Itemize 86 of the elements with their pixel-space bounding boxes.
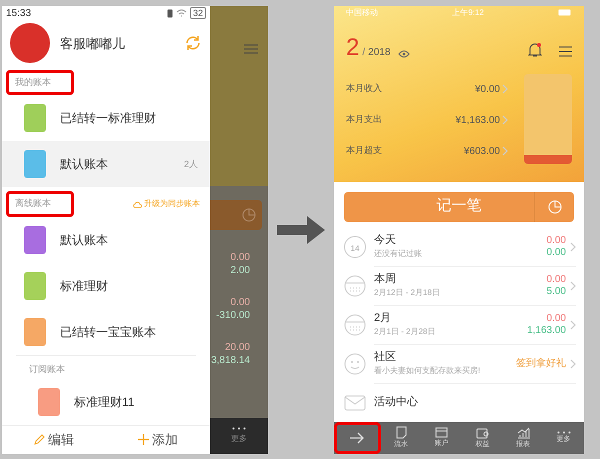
book-item[interactable]: 已结转一标准理财	[2, 95, 210, 142]
row-title: 2月	[374, 312, 392, 324]
book-item[interactable]: 标准理财11	[16, 379, 196, 426]
promo-text: 签到拿好礼	[516, 356, 566, 371]
battery-icon	[558, 9, 572, 16]
income-amount: 0.00	[546, 234, 566, 246]
section-label: 订阅账本	[28, 362, 66, 376]
chevron-right-icon	[570, 242, 576, 252]
list-row[interactable]: 14 今天 还没有记过账 0.00 0.00	[334, 228, 584, 266]
more-icon	[556, 431, 571, 434]
clock-icon	[548, 200, 562, 214]
expense-amount: 5.00	[546, 286, 566, 298]
chevron-right-icon	[570, 358, 576, 368]
wallet-icon	[476, 426, 489, 438]
expense-amount: 1,163.00	[527, 324, 566, 336]
menu-icon[interactable]	[559, 46, 572, 56]
calendar-icon	[344, 275, 366, 297]
year-text: 2018	[368, 46, 390, 60]
slash-separator: /	[362, 46, 366, 60]
pencil-icon	[34, 434, 45, 446]
chevron-right-icon	[570, 320, 576, 330]
row-subtitle: 2月12日 - 2月18日	[374, 286, 441, 298]
add-button[interactable]: 添加	[138, 430, 178, 450]
row-title: 社区	[374, 350, 397, 364]
menu-icon	[244, 44, 258, 54]
plus-icon	[138, 434, 149, 446]
chevron-right-icon	[502, 146, 508, 156]
eye-icon	[398, 50, 410, 58]
arrow-right-icon	[349, 432, 366, 444]
wifi-icon	[176, 9, 187, 18]
income-amount: 0.00	[230, 296, 250, 309]
row-subtitle: 还没有记过账	[374, 248, 423, 260]
tab-label: 更多	[231, 432, 247, 444]
chevron-right-icon	[570, 280, 576, 290]
income-amount: 0.00	[546, 312, 566, 324]
expense-amount: 0.00	[546, 246, 566, 258]
row-subtitle: 看小夫妻如何支配存款来买房!	[374, 364, 482, 376]
member-count: 2人	[184, 158, 198, 171]
income-amount: 0.00	[546, 274, 566, 286]
balance-amount: 2.00	[230, 264, 250, 277]
card-icon	[435, 427, 448, 438]
income-amount: 0.00	[230, 251, 250, 264]
income-amount: 20.00	[224, 341, 250, 354]
phone-icon	[166, 8, 173, 18]
section-label: 离线账本	[6, 191, 74, 217]
carrier-name: 中国移动	[346, 6, 378, 18]
book-item[interactable]: 默认账本	[2, 216, 210, 263]
row-title: 本周	[374, 272, 397, 286]
cloud-icon	[133, 200, 142, 208]
more-icon	[232, 426, 246, 430]
user-name: 客服嘟嘟儿	[60, 34, 126, 53]
balance-amount: 3,818.14	[211, 354, 250, 367]
list-row[interactable]: 社区 看小夫妻如何支配存款来买房! 签到拿好礼	[334, 344, 584, 384]
chevron-right-icon	[502, 84, 508, 94]
status-time: 15:33	[6, 6, 32, 21]
book-item[interactable]: 已结转一宝宝账本	[2, 308, 210, 355]
calendar-icon: 14	[344, 236, 366, 258]
battery-level: 32	[190, 7, 206, 20]
section-label: 我的账本	[6, 70, 74, 96]
month-number: 2	[346, 36, 360, 60]
smiley-icon	[344, 353, 366, 375]
summary-amount: ¥1,163.00	[456, 114, 500, 128]
envelope-icon	[344, 395, 366, 411]
book-item[interactable]: 默认账本 2人	[2, 141, 210, 188]
tab-item[interactable]	[334, 422, 381, 454]
status-time: 上午9:12	[452, 6, 484, 18]
summary-label: 本月支出	[346, 113, 383, 126]
summary-amount: ¥603.00	[464, 144, 500, 158]
row-title: 今天	[374, 234, 397, 246]
summary-label: 本月超支	[346, 144, 383, 158]
summary-label: 本月收入	[346, 82, 383, 96]
arrow-right-icon	[277, 216, 325, 244]
row-subtitle: 2月1日 - 2月28日	[374, 326, 436, 338]
calendar-icon	[344, 314, 366, 336]
list-row[interactable]: 2月 2月1日 - 2月28日 0.00 1,163.00	[334, 306, 584, 344]
summary-amount: ¥0.00	[474, 82, 500, 96]
row-title: 活动中心	[374, 396, 419, 409]
note-icon	[396, 426, 406, 439]
chevron-right-icon	[502, 115, 508, 125]
book-item[interactable]: 标准理财	[2, 262, 210, 309]
list-row[interactable]: 本周 2月12日 - 2月18日 0.00 5.00	[334, 266, 584, 306]
edit-button[interactable]: 编辑	[34, 430, 74, 450]
balance-amount: -310.00	[216, 309, 250, 322]
bell-icon[interactable]	[528, 42, 542, 58]
chart-icon	[516, 426, 530, 438]
clock-icon	[242, 208, 256, 222]
